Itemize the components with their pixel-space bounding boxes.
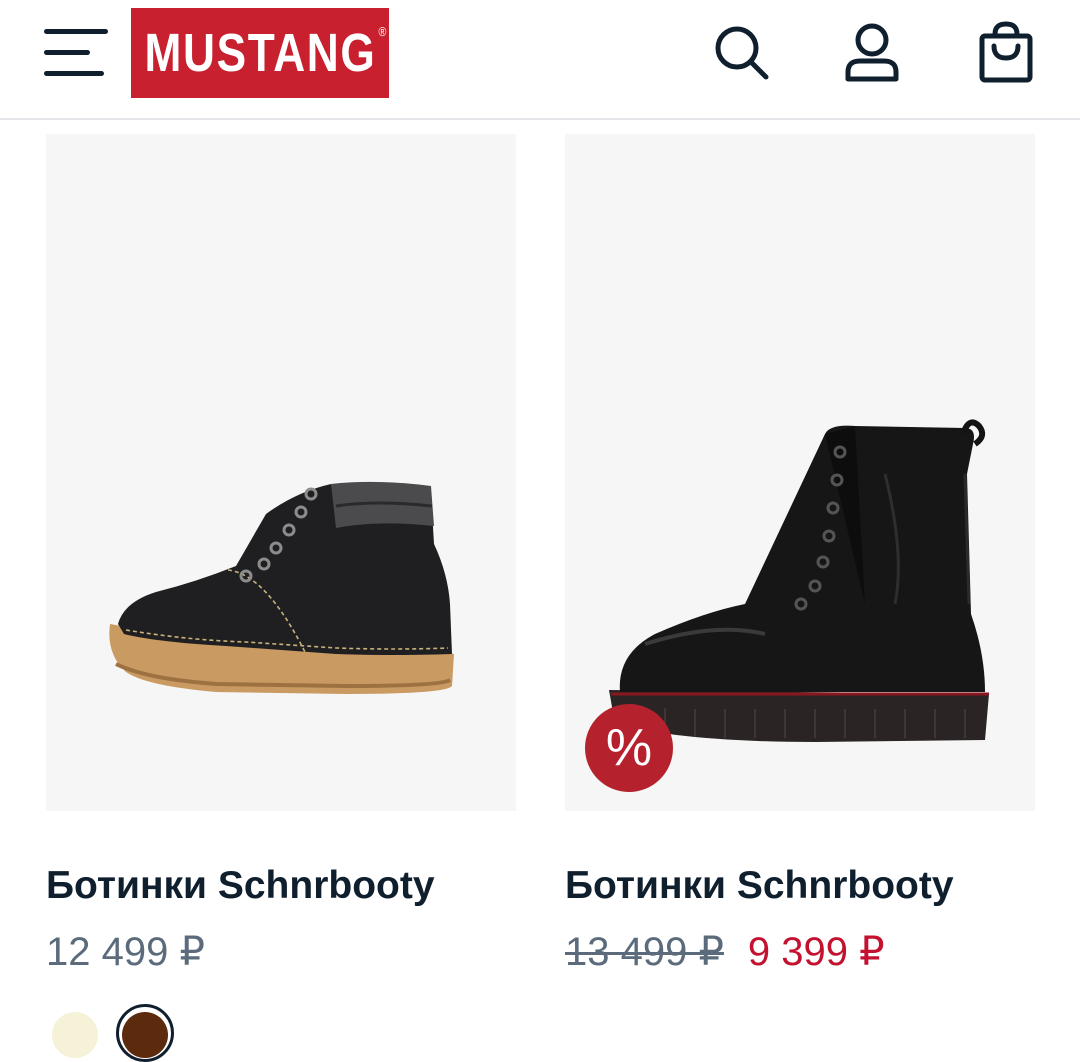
boot-image (109, 481, 455, 694)
price-row: 13 499 ₽ 9 399 ₽ (565, 929, 885, 975)
color-swatch-cream[interactable] (52, 1012, 98, 1058)
brand-logo[interactable]: MUSTANG ® (131, 8, 389, 98)
search-icon[interactable] (708, 20, 772, 84)
product-title[interactable]: Ботинки Schnrbooty (565, 864, 954, 908)
product-title[interactable]: Ботинки Schnrbooty (46, 864, 435, 908)
product-price-sale: 9 399 ₽ (747, 930, 885, 974)
product-card[interactable]: Ботинки Schnrbooty 12 499 ₽ (46, 134, 516, 1062)
product-image[interactable]: % (565, 134, 1035, 811)
product-price-old: 13 499 ₽ (565, 930, 724, 974)
product-price: 12 499 ₽ (46, 930, 205, 974)
sale-badge: % (585, 704, 673, 792)
menu-icon[interactable] (44, 29, 108, 77)
price-row: 12 499 ₽ (46, 929, 205, 975)
color-swatch-brown[interactable] (122, 1012, 168, 1058)
product-image[interactable] (46, 134, 516, 811)
menu-line (44, 29, 108, 34)
site-header: MUSTANG ® (0, 0, 1080, 120)
brand-logo-text: MUSTANG ® (143, 23, 388, 83)
bag-icon[interactable] (974, 20, 1038, 84)
user-icon[interactable] (840, 20, 904, 84)
menu-line (44, 71, 104, 76)
menu-line (44, 50, 90, 55)
product-card[interactable]: % Ботинки Schnrbooty 13 499 ₽ 9 399 ₽ (565, 134, 1035, 974)
